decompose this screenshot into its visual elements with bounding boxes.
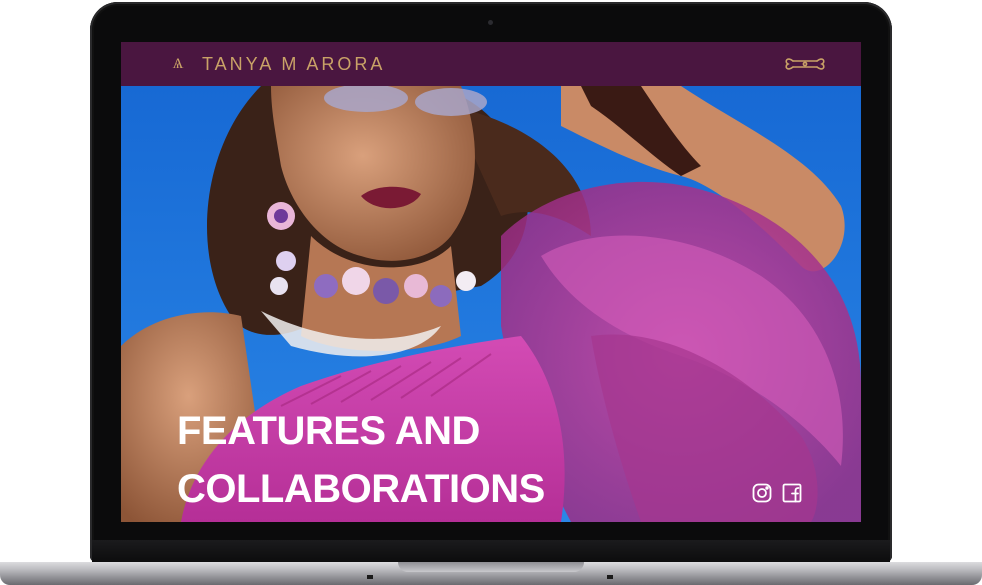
hero-title-line2: COLLABORATIONS	[177, 467, 545, 511]
brand-name[interactable]: TANYA M ARORA	[202, 53, 385, 75]
laptop-notch	[398, 562, 584, 572]
hero-banner: FEATURES AND COLLABORATIONS	[121, 86, 861, 522]
instagram-icon[interactable]	[751, 482, 773, 504]
monogram-logo-icon[interactable]: Ѧ	[169, 54, 187, 72]
camera-icon	[488, 20, 493, 25]
laptop-hinge	[92, 540, 890, 562]
laptop-foot	[367, 575, 373, 579]
website-screen: Ѧ TANYA M ARORA FEATURES AND COLLABORATI…	[121, 42, 861, 522]
facebook-icon[interactable]	[781, 482, 803, 504]
hero-title-line1: FEATURES AND	[177, 409, 480, 453]
site-header: Ѧ TANYA M ARORA	[121, 42, 861, 86]
social-links	[751, 482, 803, 504]
laptop-foot	[607, 575, 613, 579]
ornate-menu-icon[interactable]	[783, 54, 827, 74]
hero-title: FEATURES AND COLLABORATIONS	[177, 402, 617, 518]
laptop-mockup: Ѧ TANYA M ARORA FEATURES AND COLLABORATI…	[0, 0, 982, 585]
